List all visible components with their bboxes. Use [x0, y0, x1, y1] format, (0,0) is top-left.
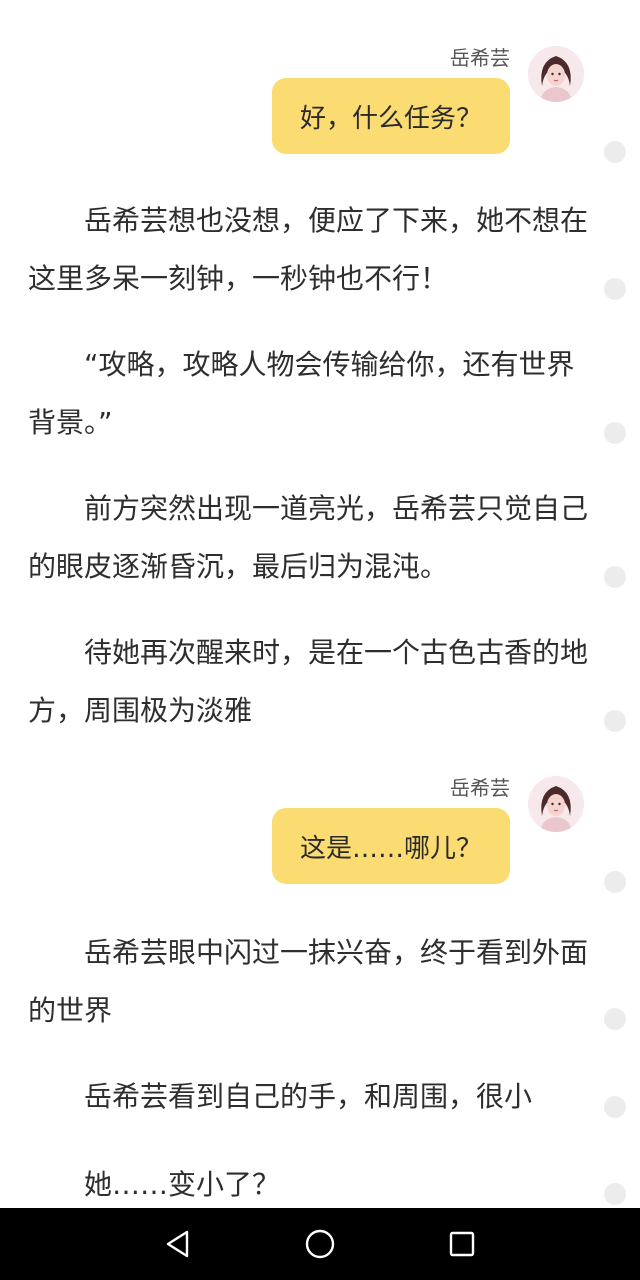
home-circle-icon [305, 1229, 335, 1259]
back-triangle-icon [166, 1230, 189, 1258]
recents-button[interactable] [444, 1226, 480, 1262]
story-paragraph: 岳希芸眼中闪过一抹兴奋，终于看到外面的世界 [28, 936, 589, 1027]
avatar[interactable] [528, 776, 584, 832]
recents-square-icon [449, 1231, 475, 1257]
back-button[interactable] [160, 1226, 196, 1262]
paragraph-comment-dot[interactable] [604, 1096, 626, 1118]
story-paragraph: 待她再次醒来时，是在一个古色古香的地方，周围极为淡雅 [28, 636, 589, 727]
paragraph-comment-dot[interactable] [604, 1008, 626, 1030]
message-bubble[interactable]: 好，什么任务？ [271, 78, 510, 154]
story-paragraph: 岳希芸看到自己的手，和周围，很小 [84, 1080, 533, 1113]
paragraph-comment-dot[interactable] [604, 566, 626, 588]
paragraph-comment-dot[interactable] [604, 710, 626, 732]
story-paragraph: 前方突然出现一道亮光，岳希芸只觉自己的眼皮逐渐昏沉，最后归为混沌。 [28, 492, 589, 583]
paragraph-comment-dot[interactable] [604, 871, 626, 893]
paragraph-comment-dot[interactable] [604, 1183, 626, 1205]
female-portrait-avatar-icon [528, 46, 584, 102]
message-bubble[interactable]: 这是……哪儿？ [271, 808, 510, 884]
paragraph-comment-dot[interactable] [604, 141, 626, 163]
story-paragraph: “攻略，攻略人物会传输给你，还有世界背景。” [28, 348, 575, 439]
speaker-name: 岳希芸 [450, 776, 510, 800]
speaker-name: 岳希芸 [450, 46, 510, 70]
paragraph-comment-dot[interactable] [604, 422, 626, 444]
female-portrait-avatar-icon [528, 776, 584, 832]
system-navigation-bar [0, 1208, 640, 1280]
home-button[interactable] [302, 1226, 338, 1262]
story-paragraph: 岳希芸想也没想，便应了下来，她不想在这里多呆一刻钟，一秒钟也不行！ [28, 204, 589, 295]
paragraph-comment-dot[interactable] [604, 278, 626, 300]
reader-content: 岳希芸 好，什么任务？ 岳希芸想也没想，便应了下来，她不想在这里多呆一刻钟，一秒… [0, 0, 640, 1208]
avatar[interactable] [528, 46, 584, 102]
story-paragraph: 她……变小了？ [84, 1168, 281, 1201]
